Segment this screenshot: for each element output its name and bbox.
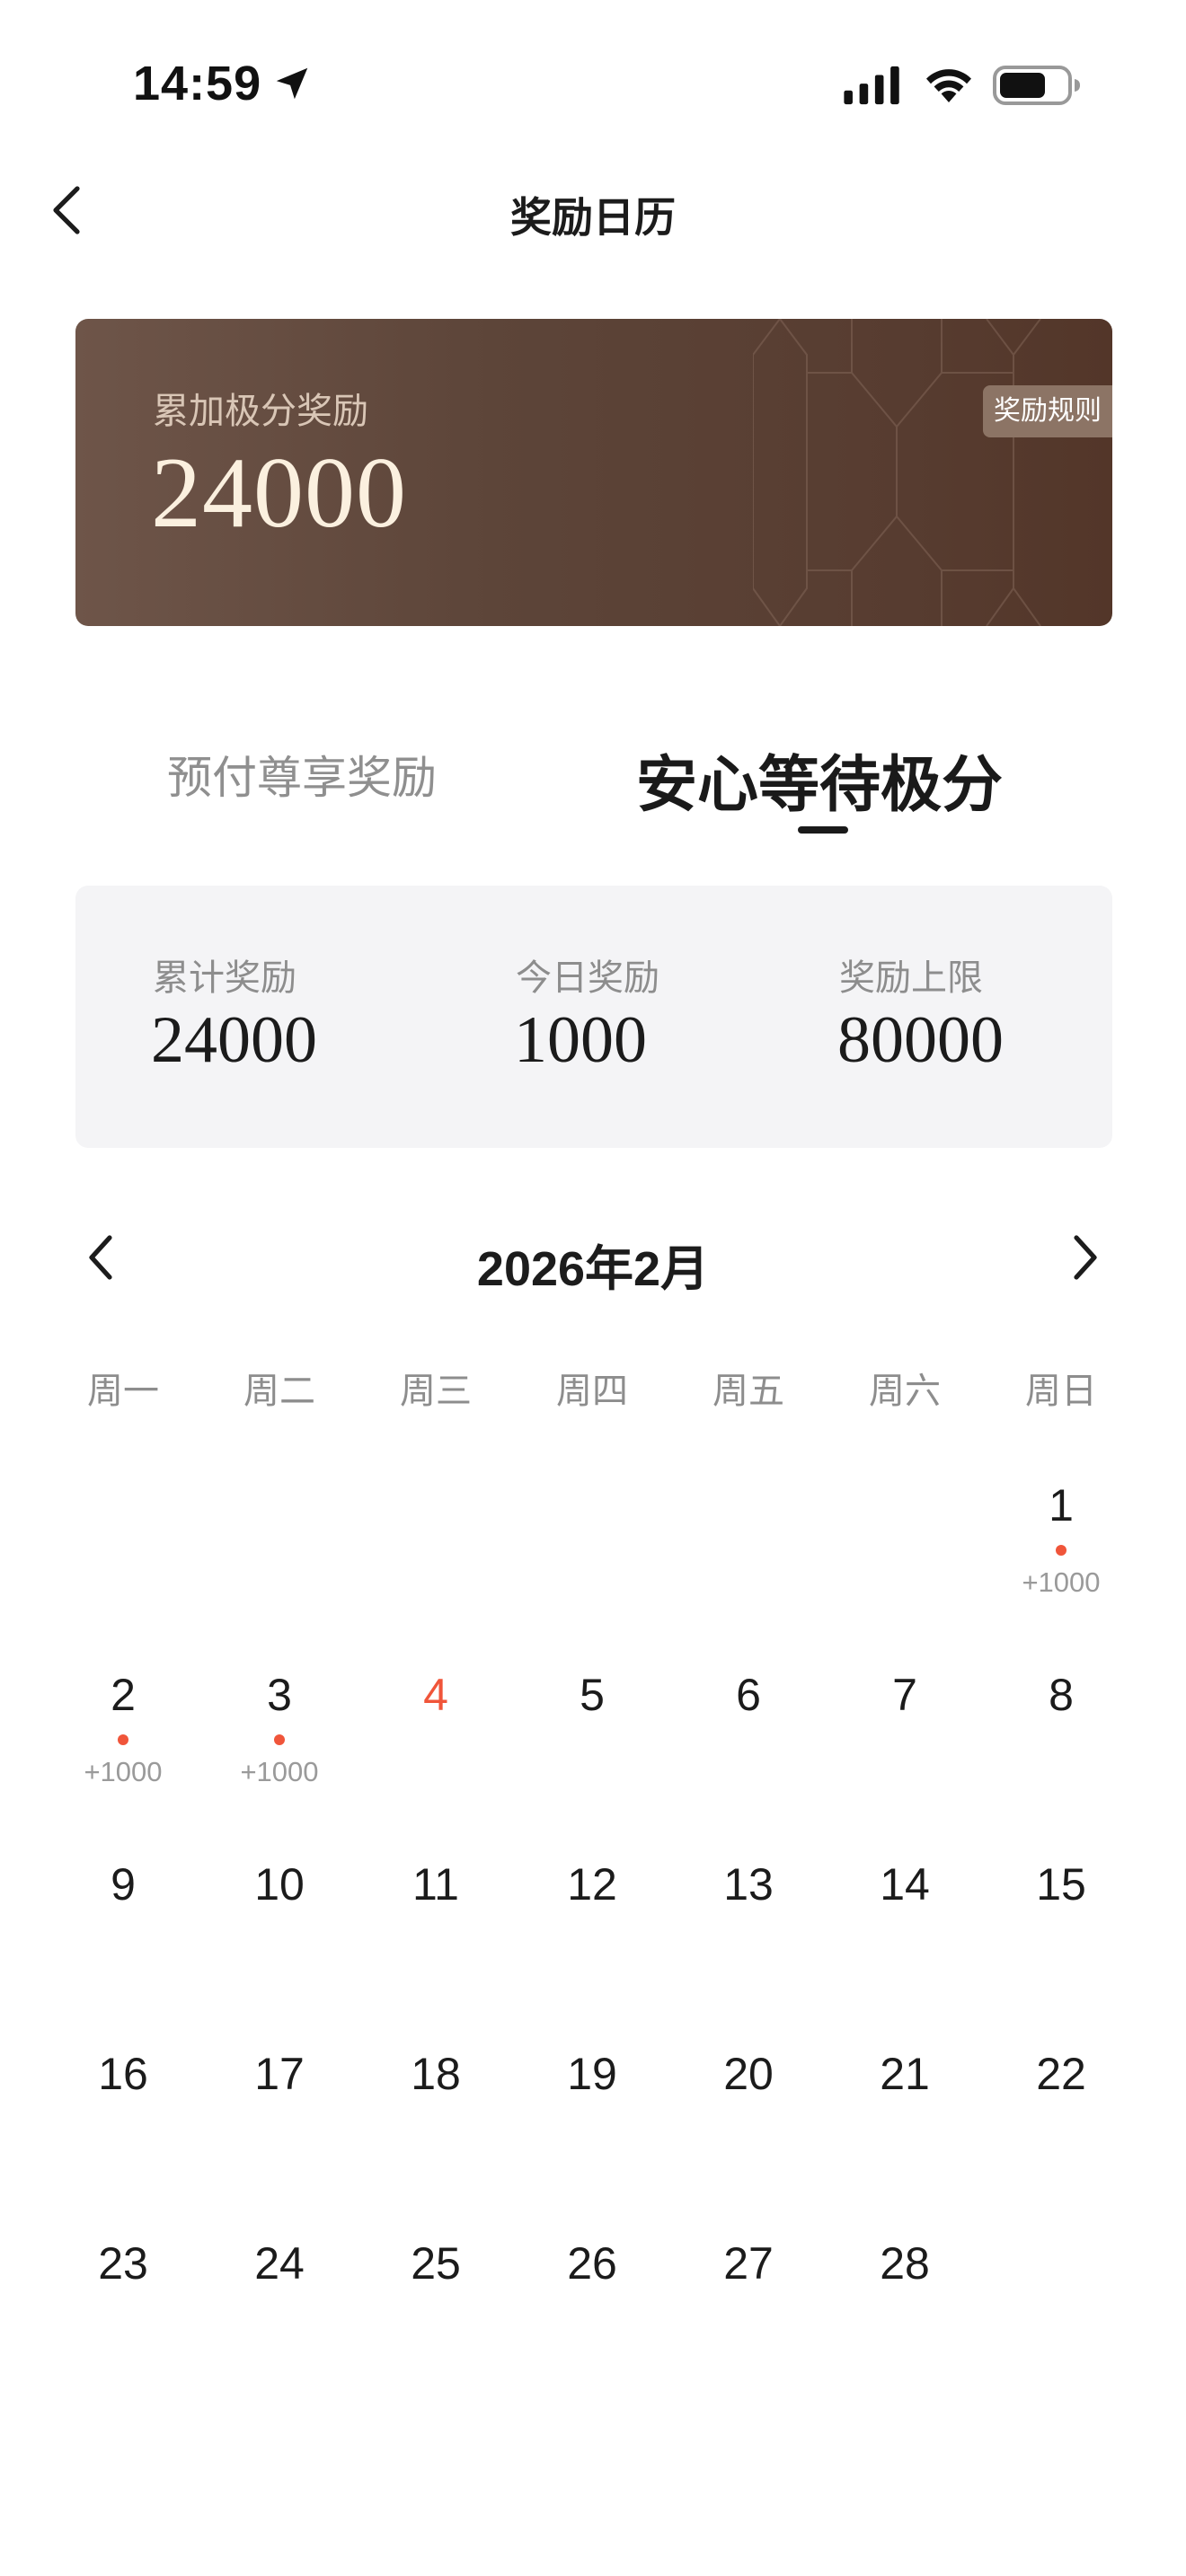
weekday-fri: 周五 — [712, 1372, 784, 1411]
calendar-day[interactable]: 25 — [358, 2236, 514, 2290]
stat-total-value: 24000 — [151, 1003, 317, 1077]
calendar-day[interactable]: 12 — [514, 1857, 670, 1911]
day-number: 24 — [254, 2238, 305, 2289]
calendar-day[interactable]: 20 — [670, 2047, 827, 2101]
calendar-day[interactable]: 10 — [201, 1857, 358, 1911]
reward-banner: 累加极分奖励 24000 奖励规则 — [75, 319, 1112, 626]
stat-limit-label: 奖励上限 — [839, 958, 983, 998]
status-time: 14:59 — [133, 57, 262, 110]
banner-value: 24000 — [151, 437, 407, 549]
calendar-day[interactable]: 28 — [827, 2236, 983, 2290]
calendar-day[interactable]: 27 — [670, 2236, 827, 2290]
day-number: 23 — [98, 2238, 148, 2289]
day-number: 16 — [98, 2049, 148, 2099]
calendar-day[interactable]: 16 — [45, 2047, 201, 2101]
day-number: 6 — [736, 1670, 761, 1720]
day-number: 8 — [1049, 1670, 1074, 1720]
calendar-day[interactable]: 8 — [983, 1668, 1139, 1722]
calendar-day[interactable]: 24 — [201, 2236, 358, 2290]
calendar-day[interactable]: 21 — [827, 2047, 983, 2101]
weekday-thu: 周四 — [556, 1372, 628, 1411]
calendar-day[interactable]: 3 +1000 — [201, 1668, 358, 1788]
page-title: 奖励日历 — [510, 194, 676, 241]
day-number: 19 — [567, 2049, 617, 2099]
day-number: 14 — [880, 1859, 930, 1910]
day-number: 9 — [111, 1859, 136, 1910]
next-month-icon[interactable] — [1067, 1231, 1103, 1284]
day-number: 7 — [892, 1670, 917, 1720]
reward-rules-button[interactable]: 奖励规则 — [983, 385, 1112, 437]
location-arrow-icon — [276, 67, 308, 100]
month-title: 2026年2月 — [476, 1242, 710, 1296]
reward-dot-icon — [1056, 1545, 1067, 1556]
day-number: 10 — [254, 1859, 305, 1910]
banner-pattern-icon — [753, 319, 1041, 626]
calendar-day[interactable]: 15 — [983, 1857, 1139, 1911]
day-number: 5 — [580, 1670, 605, 1720]
tab-prepaid-rewards[interactable]: 预付尊享奖励 — [167, 742, 437, 807]
day-number: 25 — [411, 2238, 461, 2289]
calendar-day[interactable]: 1 +1000 — [983, 1478, 1139, 1599]
day-number: 2 — [111, 1670, 136, 1720]
day-number: 4 — [423, 1670, 448, 1720]
calendar-day[interactable]: 2 +1000 — [45, 1668, 201, 1788]
day-number: 3 — [267, 1670, 292, 1720]
reward-dot-icon — [118, 1734, 128, 1745]
calendar-day[interactable]: 11 — [358, 1857, 514, 1911]
tab-active-indicator — [798, 826, 848, 834]
calendar-day[interactable]: 18 — [358, 2047, 514, 2101]
calendar-day[interactable]: 26 — [514, 2236, 670, 2290]
calendar-day[interactable]: 23 — [45, 2236, 201, 2290]
signal-icon — [844, 66, 899, 105]
day-number: 26 — [567, 2238, 617, 2289]
wifi-icon — [926, 69, 971, 102]
stat-total-label: 累计奖励 — [153, 958, 296, 998]
battery-icon — [993, 66, 1080, 105]
calendar-day[interactable]: 9 — [45, 1857, 201, 1911]
day-number: 11 — [412, 1859, 459, 1910]
day-number: 13 — [723, 1859, 774, 1910]
reward-dot-icon — [274, 1734, 285, 1745]
day-reward: +1000 — [84, 1756, 163, 1787]
calendar-day[interactable]: 17 — [201, 2047, 358, 2101]
day-number: 27 — [723, 2238, 774, 2289]
weekday-mon: 周一 — [87, 1372, 159, 1411]
weekday-tue: 周二 — [243, 1372, 315, 1411]
banner-label: 累加极分奖励 — [153, 392, 368, 431]
calendar-day[interactable]: 22 — [983, 2047, 1139, 2101]
weekday-sat: 周六 — [869, 1372, 941, 1411]
stat-today-value: 1000 — [514, 1003, 647, 1077]
day-reward: +1000 — [240, 1756, 319, 1787]
day-number: 12 — [567, 1859, 617, 1910]
stat-limit-value: 80000 — [837, 1003, 1004, 1077]
calendar-day[interactable]: 5 — [514, 1668, 670, 1722]
stat-today-label: 今日奖励 — [516, 958, 659, 998]
day-number: 1 — [1049, 1480, 1074, 1531]
day-number: 21 — [880, 2049, 930, 2099]
day-number: 18 — [411, 2049, 461, 2099]
tab-wait-points[interactable]: 安心等待极分 — [636, 735, 1003, 824]
weekday-sun: 周日 — [1025, 1372, 1097, 1411]
day-number: 22 — [1036, 2049, 1086, 2099]
calendar-day[interactable]: 13 — [670, 1857, 827, 1911]
stats-panel: 累计奖励 24000 今日奖励 1000 奖励上限 80000 — [75, 886, 1112, 1148]
day-number: 17 — [254, 2049, 305, 2099]
calendar-day[interactable]: 7 — [827, 1668, 983, 1722]
calendar-day[interactable]: 4 — [358, 1668, 514, 1722]
calendar-day[interactable]: 6 — [670, 1668, 827, 1722]
calendar-day[interactable]: 19 — [514, 2047, 670, 2101]
day-number: 20 — [723, 2049, 774, 2099]
weekday-wed: 周三 — [400, 1372, 472, 1411]
calendar-day[interactable]: 14 — [827, 1857, 983, 1911]
day-number: 15 — [1036, 1859, 1086, 1910]
day-reward: +1000 — [1022, 1566, 1101, 1598]
day-number: 28 — [880, 2238, 930, 2289]
